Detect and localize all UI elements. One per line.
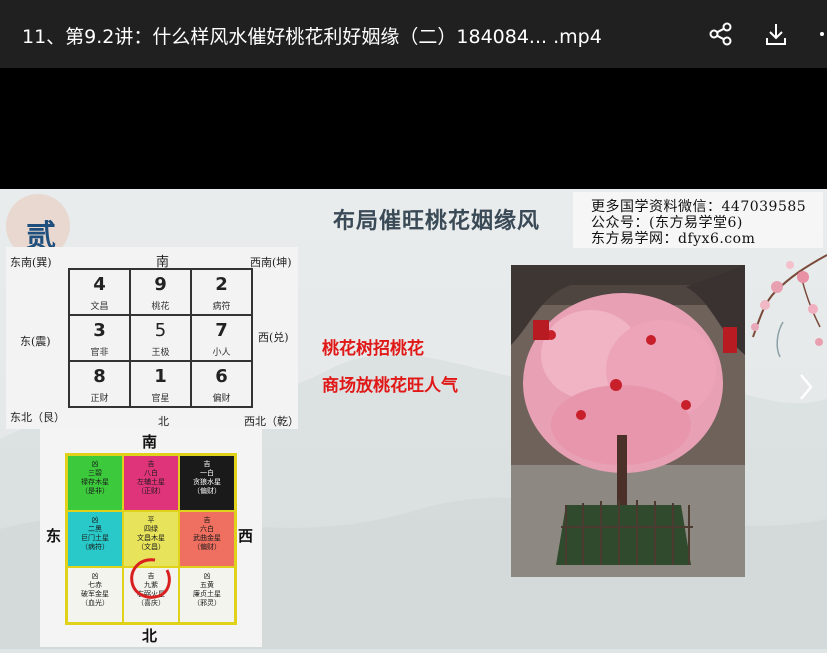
grid-number: 5: [154, 320, 167, 341]
grid-label: 官非: [90, 348, 109, 358]
grid-label: 文昌: [90, 302, 109, 312]
direction-label: 东北（艮）: [10, 411, 65, 424]
grid-number: 1: [154, 366, 167, 387]
flying-star-cell: 凶 二黑 巨门土星 （病符）: [67, 511, 123, 567]
grid-label: 正财: [90, 394, 109, 404]
grid-cell: 7 小人: [191, 315, 252, 361]
grid-label: 王极: [151, 348, 170, 358]
flying-star-grid: 南 东 西 北 凶 三碧 禄存木星 （是非）吉 八白 左辅土星 （正财）吉 一白…: [40, 427, 262, 647]
direction-label: 东南(巽): [10, 256, 52, 269]
direction-label: 西(兑): [258, 331, 289, 344]
video-letterbox: [0, 68, 827, 189]
video-title-bar: 11、第9.2讲：什么样风水催好桃花利好姻缘（二）184084... .mp4: [0, 0, 827, 68]
video-title: 11、第9.2讲：什么样风水催好桃花利好姻缘（二）184084... .mp4: [22, 26, 602, 48]
direction-label: 东(震): [20, 335, 51, 348]
grid-number: 8: [93, 366, 106, 387]
grid-number: 6: [215, 366, 228, 387]
direction-label: 北: [142, 627, 158, 645]
red-circle-annotation: [130, 558, 171, 599]
grid-label: 小人: [212, 348, 231, 358]
grid-cell: 8 正财: [69, 361, 130, 407]
flying-star-cell: 凶 五黄 廉贞土星 （邪灵）: [179, 567, 235, 623]
slide-title: 布局催旺桃花姻缘风: [333, 209, 541, 234]
grid-number: 2: [215, 274, 228, 295]
grid-number: 3: [93, 320, 106, 341]
video-frame[interactable]: 贰 布局催旺桃花姻缘风 更多国学资料微信：447039585 公众号：(东方易学…: [0, 189, 827, 653]
grid-label: 病符: [212, 302, 231, 312]
highlight-text: 商场放桃花旺人气: [322, 376, 458, 396]
luoshu-grid: 东南(巽) 南 西南(坤) 东(震) 西(兑) 东北（艮） 北 西北（乾） 4文…: [6, 247, 299, 429]
grid-cell: 1 官星: [130, 361, 191, 407]
watermark: 更多国学资料微信：447039585 公众号：(东方易学堂6) 东方易学网：df…: [573, 192, 823, 248]
direction-label: 西南(坤): [250, 256, 292, 269]
grid-cell: 9 桃花: [130, 269, 191, 315]
more-icon[interactable]: [812, 18, 827, 50]
direction-label: 西: [238, 527, 254, 545]
highlight-text: 桃花树招桃花: [322, 339, 424, 359]
grid-cell: 3 官非: [69, 315, 130, 361]
grid-number: 4: [93, 274, 106, 295]
direction-label: 南: [142, 433, 158, 451]
luoshu-table: 4 文昌 9 桃花 2 病符 3 官非 5 王极 7 小人 8 正财 1 官星 6 偏财: [68, 268, 253, 408]
download-icon[interactable]: [760, 18, 792, 50]
flying-star-cell: 凶 三碧 禄存木星 （是非）: [67, 455, 123, 511]
direction-label: 东: [46, 527, 62, 545]
grid-label: 桃花: [151, 302, 170, 312]
grid-cell: 5 王极: [130, 315, 191, 361]
grid-cell: 2 病符: [191, 269, 252, 315]
chevron-right-icon[interactable]: [798, 372, 814, 409]
peach-tree-photo: [511, 265, 745, 577]
flying-star-cell: 吉 八白 左辅土星 （正财）: [123, 455, 179, 511]
grid-label: 官星: [151, 394, 170, 404]
watermark-line: 东方易学网：dfyx6.com: [591, 231, 756, 247]
grid-cell: 4 文昌: [69, 269, 130, 315]
share-icon[interactable]: [705, 18, 737, 50]
grid-cell: 6 偏财: [191, 361, 252, 407]
flying-star-cell: 吉 一白 贪狼水星 （偏财）: [179, 455, 235, 511]
flying-star-cell: 吉 六白 武曲金星 （偏财）: [179, 511, 235, 567]
grid-number: 9: [154, 274, 167, 295]
grid-number: 7: [215, 320, 228, 341]
grid-label: 偏财: [212, 394, 231, 404]
flying-star-cell: 凶 七赤 破军金星 （血光）: [67, 567, 123, 623]
